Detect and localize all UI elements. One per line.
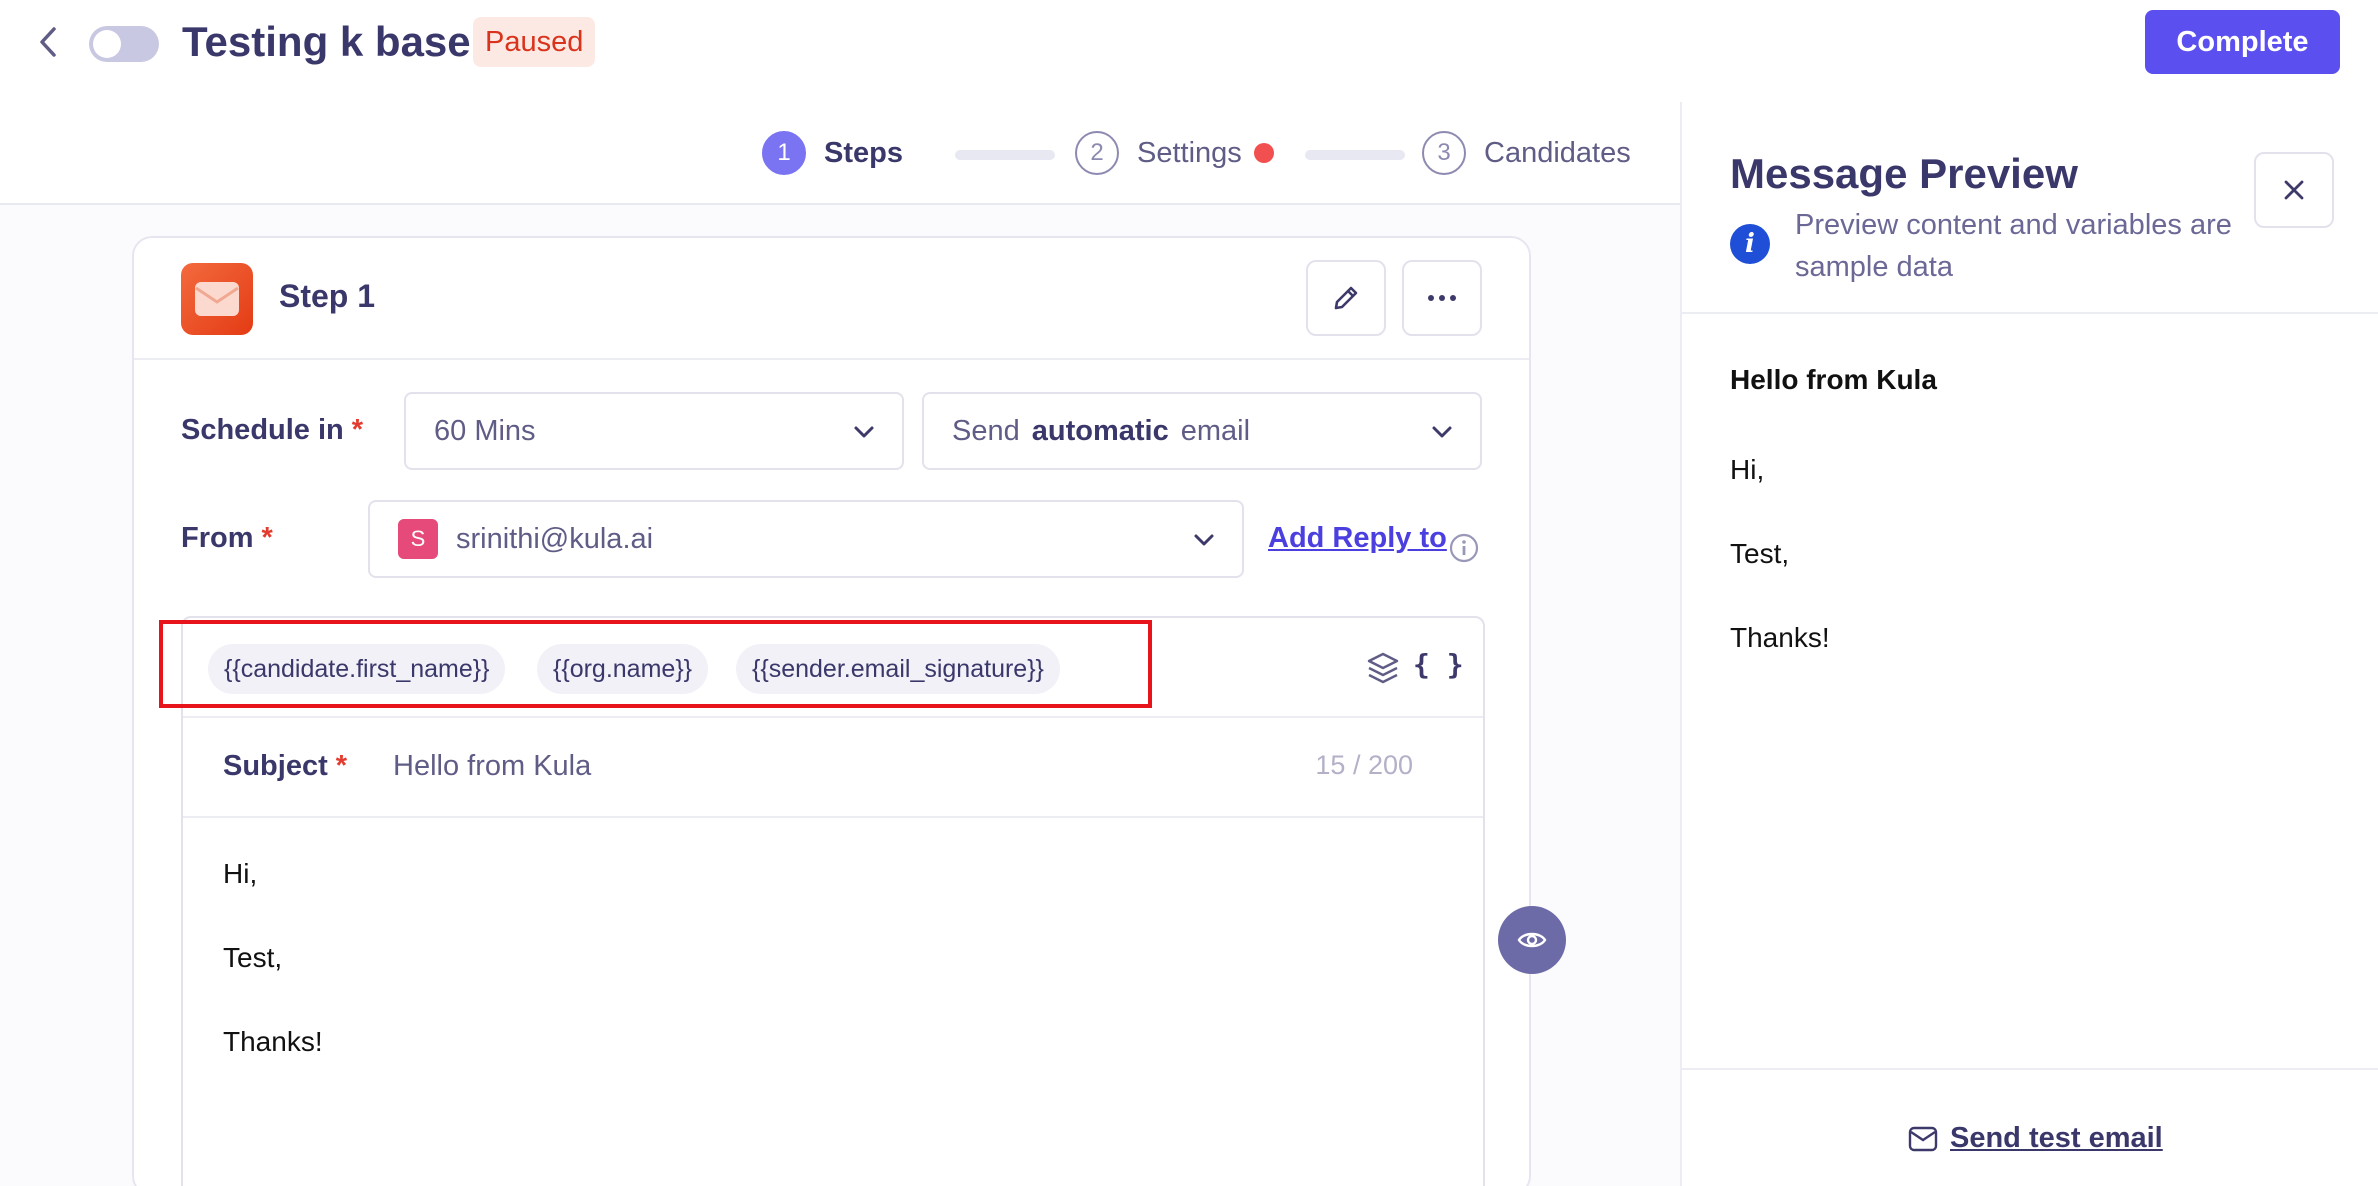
schedule-label-text: Schedule in [181,414,344,446]
subject-input[interactable]: Hello from Kula [393,750,591,783]
sender-avatar: S [398,519,438,559]
preview-body-line: Hi, [1730,454,1765,485]
step-connector [1305,150,1405,160]
more-horizontal-icon [1428,295,1456,301]
highlight-annotation [159,620,1152,708]
step-candidates[interactable]: 3 Candidates [1422,130,1631,176]
step-label: Settings [1137,136,1242,169]
chevron-left-icon [40,27,56,57]
send-mode-select[interactable]: Send automatic email [922,392,1482,470]
send-test-email-link[interactable]: Send test email [1908,1122,2163,1155]
info-outline-icon[interactable] [1448,532,1480,564]
step-label: Steps [824,136,903,169]
chevron-down-icon [1194,534,1214,546]
step-number: 3 [1422,131,1466,175]
pencil-icon [1334,286,1358,310]
required-marker: * [261,522,273,554]
status-badge: Paused [473,17,596,67]
body-line: Thanks! [223,1026,323,1057]
layers-icon[interactable] [1365,650,1401,686]
preview-info-text: Preview content and variables are sample… [1795,209,2232,283]
send-mode-prefix: Send [952,414,1020,447]
preview-body-line: Test, [1730,538,1790,569]
subject-label: Subject * [223,750,347,783]
schedule-select[interactable]: 60 Mins [404,392,904,470]
complete-button[interactable]: Complete [2145,10,2340,74]
step-number: 2 [1075,131,1119,175]
step-steps[interactable]: 1 Steps [762,130,903,176]
subject-row: Subject * Hello from Kula 15 / 200 [183,718,1483,818]
from-value: srinithi@kula.ai [456,522,654,555]
subject-char-counter: 15 / 200 [1315,750,1413,780]
add-reply-to-link[interactable]: Add Reply to [1268,522,1447,555]
stepper: 1 Steps 2 Settings 3 Candidates [0,102,1680,205]
schedule-value: 60 Mins [434,414,536,447]
error-indicator [1253,143,1274,163]
chevron-down-icon [1432,426,1452,438]
edit-step-button[interactable] [1306,260,1386,336]
envelope-icon [195,282,239,316]
from-label-text: From [181,522,254,554]
step-title: Step 1 [279,278,376,314]
divider [1682,1068,2378,1070]
from-label: From * [181,522,273,555]
required-marker: * [351,414,364,446]
schedule-label: Schedule in * [181,414,363,447]
step-label: Candidates [1484,136,1631,169]
eye-icon [1517,932,1547,948]
required-marker: * [335,750,348,782]
divider [1682,312,2378,314]
info-icon: i [1730,224,1770,264]
preview-toggle-button[interactable] [1498,906,1566,974]
send-mode-suffix: email [1180,414,1251,447]
close-icon [2284,180,2304,200]
step-number: 1 [762,131,806,175]
step-card-header: Step 1 [134,238,1529,360]
message-preview-panel: Message Preview i Preview content and va… [1680,102,2378,1186]
step-settings[interactable]: 2 Settings [1075,130,1274,176]
sequence-toggle[interactable] [89,26,159,62]
back-button[interactable] [28,22,68,62]
step-card: Step 1 Schedule in * 60 Mins Send automat… [132,236,1531,1186]
preview-title: Message Preview [1730,150,2078,197]
variables-toggle-icon[interactable]: { } [1413,648,1464,681]
send-mode-value: automatic [1031,414,1169,447]
more-options-button[interactable] [1402,260,1482,336]
step-connector [955,150,1055,160]
envelope-outline-icon [1908,1126,1938,1151]
page-title: Testing k base [182,18,471,65]
preview-body-line: Thanks! [1730,622,1830,653]
top-header: Testing k base Paused Complete [0,0,2378,102]
close-preview-button[interactable] [2254,152,2334,228]
preview-subject: Hello from Kula [1730,364,1937,395]
email-step-badge [181,263,253,335]
body-line: Hi, [223,858,258,889]
subject-label-text: Subject [223,750,328,782]
from-select[interactable]: S srinithi@kula.ai [368,500,1244,578]
body-line: Test, [223,942,283,973]
send-test-email-label: Send test email [1950,1122,2163,1154]
chevron-down-icon [854,426,874,438]
